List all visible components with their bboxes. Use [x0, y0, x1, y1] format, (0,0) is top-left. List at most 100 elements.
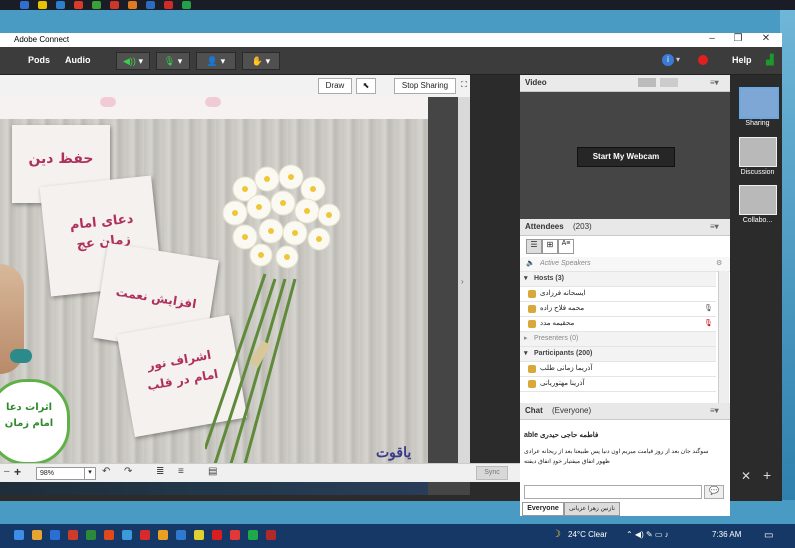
start-webcam-button[interactable]: Start My Webcam	[577, 147, 675, 167]
settings-icon[interactable]: ⚙	[716, 257, 722, 271]
presenters-section[interactable]: ▸ Presenters (0)	[520, 332, 716, 347]
microphone-button[interactable]: 🎙 ▾	[156, 52, 190, 70]
record-icon[interactable]	[698, 55, 708, 65]
attendee-row[interactable]: محمه فلاح زاده 🎙	[520, 302, 716, 317]
layout-collaboration-thumbnail[interactable]	[739, 185, 777, 215]
filmstrip-view-icon[interactable]	[660, 78, 678, 87]
pointer-button[interactable]: ⬉	[356, 78, 376, 94]
add-layout-icon[interactable]: +	[763, 467, 771, 483]
redo-icon[interactable]: ↷	[124, 466, 132, 477]
layout-discussion-thumbnail[interactable]	[739, 137, 777, 167]
maximize-button[interactable]: ❐	[726, 33, 750, 44]
taskbar-app-icon[interactable]	[158, 530, 168, 540]
pod-menu-icon[interactable]: ≡▾	[710, 406, 719, 415]
participants-section[interactable]: ▾ Participants (200)	[520, 347, 716, 362]
narcissus-bouquet-image	[205, 164, 341, 468]
chat-input[interactable]	[524, 485, 702, 499]
expand-icon: ▸	[524, 335, 528, 342]
clock[interactable]: 7:36 AM	[712, 530, 741, 539]
app-icon[interactable]	[20, 1, 29, 9]
breakout-view-icon[interactable]: ⊞	[542, 239, 558, 254]
zoom-in-icon[interactable]: +	[14, 465, 21, 479]
align-left-icon[interactable]: ≣	[156, 466, 164, 477]
chat-tab-private[interactable]: نازنین زهرا عزیانی	[564, 502, 620, 516]
vertical-scrollbar[interactable]: ›	[458, 97, 470, 475]
app-icon[interactable]	[146, 1, 155, 9]
taskbar-app-icon[interactable]	[176, 530, 186, 540]
audio-menu[interactable]: Audio	[65, 55, 91, 65]
taskbar-app-icon[interactable]	[194, 530, 204, 540]
layout-sharing-thumbnail[interactable]	[739, 87, 779, 119]
collapse-icon: ▾	[524, 350, 528, 357]
chevron-down-icon[interactable]: ▾	[676, 55, 680, 64]
shared-slide: حفظ دین دعای امام زمان عج افزایش نعمت اش…	[0, 119, 428, 475]
window-title: Adobe Connect	[14, 35, 70, 44]
attendee-row[interactable]: آذریما زمانی طلب	[520, 362, 716, 377]
person-icon: 👤	[206, 56, 219, 66]
taskbar-app-icon[interactable]	[248, 530, 258, 540]
attendee-row[interactable]: آذرینا مهتوریانی	[520, 377, 716, 392]
zoom-level-input[interactable]: 98%	[36, 467, 85, 480]
close-icon[interactable]: ✕	[741, 469, 751, 483]
taskbar-app-icon[interactable]	[122, 530, 132, 540]
app-icon[interactable]	[164, 1, 173, 9]
align-center-icon[interactable]: ≡	[178, 466, 184, 477]
sort-icon[interactable]: A≡	[558, 239, 574, 254]
pod-menu-icon[interactable]: ≡▾	[710, 78, 719, 87]
attendee-name: آذریما زمانی طلب	[540, 365, 593, 372]
attendee-row[interactable]: محقیمه مدد 🎙	[520, 317, 716, 332]
webcam-toggle-button[interactable]: 👤 ▾	[196, 52, 236, 70]
draw-button[interactable]: Draw	[318, 78, 352, 94]
attendee-row[interactable]: ایسحانه فرزادی	[520, 287, 716, 302]
raise-hand-button[interactable]: ✋ ▾	[242, 52, 280, 70]
taskbar-app-icon[interactable]	[140, 530, 150, 540]
send-chat-button[interactable]: 💬	[704, 485, 724, 499]
stop-sharing-button[interactable]: Stop Sharing	[394, 78, 456, 94]
close-button[interactable]: ✕	[754, 33, 778, 44]
app-icon[interactable]	[74, 1, 83, 9]
fullscreen-icon[interactable]: ⛶	[458, 78, 470, 92]
weather-text[interactable]: 24°C Clear	[568, 530, 607, 539]
app-icon[interactable]	[38, 1, 47, 9]
share-pod: Draw ⬉ Stop Sharing ⛶ حفظ دین دعای امام …	[0, 75, 470, 495]
help-menu[interactable]: Help	[732, 55, 752, 65]
zoom-out-icon[interactable]: –	[4, 466, 10, 477]
attendees-title: Attendees	[525, 222, 564, 231]
speaker-icon: 🔈	[526, 260, 535, 267]
minimize-button[interactable]: –	[700, 33, 724, 44]
notification-icon[interactable]: ▭	[764, 530, 773, 541]
sync-button[interactable]: Sync	[476, 466, 508, 480]
tray-icons[interactable]: ⌃ ◀) ✎ ▭ ♪	[626, 530, 669, 539]
slide-title-bubble: اثرات دعا امام زمان	[0, 379, 70, 465]
info-icon[interactable]: i	[662, 54, 674, 66]
taskbar-app-icon[interactable]	[104, 530, 114, 540]
list-view-icon[interactable]: ☰	[526, 239, 542, 254]
taskbar-app-icon[interactable]	[68, 530, 78, 540]
app-icon[interactable]	[92, 1, 101, 9]
undo-icon[interactable]: ↶	[102, 466, 110, 477]
attendee-list-scrollbar[interactable]	[718, 271, 729, 403]
grid-view-icon[interactable]	[638, 78, 656, 87]
pod-menu-icon[interactable]: ≡▾	[710, 222, 719, 231]
chevron-right-icon[interactable]: ›	[461, 277, 464, 286]
video-pod-header: Video ≡▾	[520, 75, 730, 92]
document-icon[interactable]: ▤	[208, 466, 217, 477]
app-icon[interactable]	[110, 1, 119, 9]
participant-icon	[528, 365, 536, 373]
hosts-section[interactable]: ▾ Hosts (3)	[520, 272, 716, 287]
taskbar-app-icon[interactable]	[50, 530, 60, 540]
app-icon[interactable]	[182, 1, 191, 9]
app-icon[interactable]	[128, 1, 137, 9]
taskbar-app-icon[interactable]	[86, 530, 96, 540]
taskbar-app-icon[interactable]	[32, 530, 42, 540]
taskbar-app-icon[interactable]	[266, 530, 276, 540]
cursor-icon: ⬉	[362, 81, 370, 90]
taskbar-app-icon[interactable]	[212, 530, 222, 540]
pods-menu[interactable]: Pods	[28, 55, 50, 65]
chat-tab-everyone[interactable]: Everyone	[522, 502, 564, 516]
zoom-dropdown-icon[interactable]: ▾	[84, 467, 96, 480]
taskbar-app-icon[interactable]	[14, 530, 24, 540]
taskbar-app-icon[interactable]	[230, 530, 240, 540]
speaker-button[interactable]: ◀)) ▾	[116, 52, 150, 70]
app-icon[interactable]	[56, 1, 65, 9]
